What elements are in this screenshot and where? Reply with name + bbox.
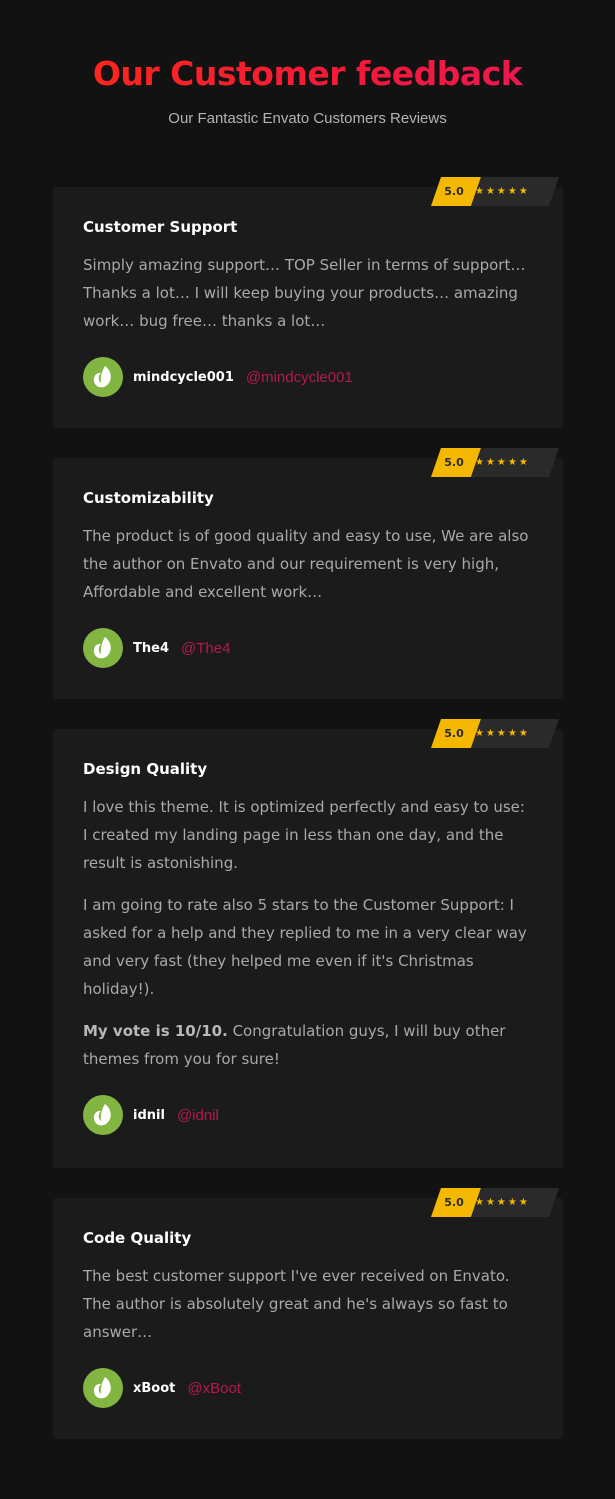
rating-stars-icon: ★★★★★	[471, 719, 559, 748]
author-handle[interactable]: @idnil	[177, 1107, 219, 1124]
review-author: xBoot @xBoot	[83, 1368, 533, 1408]
review-text-vote: My vote is 10/10. Congratulation guys, I…	[83, 1017, 533, 1073]
review-title: Code Quality	[83, 1229, 192, 1247]
rating-badge: 5.0 ★★★★★	[431, 448, 559, 477]
rating-stars-icon: ★★★★★	[471, 177, 559, 206]
author-username[interactable]: mindcycle001	[133, 370, 234, 385]
review-title: Customer Support	[83, 218, 238, 236]
author-username[interactable]: xBoot	[133, 1381, 175, 1396]
review-author: mindcycle001 @mindcycle001	[83, 357, 533, 397]
section-header: Our Customer feedback Our Fantastic Enva…	[0, 52, 615, 127]
rating-stars-icon: ★★★★★	[471, 448, 559, 477]
rating-badge: 5.0 ★★★★★	[431, 1188, 559, 1217]
envato-leaf-icon	[83, 1368, 123, 1408]
rating-badge: 5.0 ★★★★★	[431, 719, 559, 748]
author-handle[interactable]: @xBoot	[187, 1380, 241, 1397]
review-text: The product is of good quality and easy …	[83, 527, 529, 601]
section-subtitle: Our Fantastic Envato Customers Reviews	[168, 110, 447, 127]
review-card: 5.0 ★★★★★ Code Quality The best customer…	[53, 1188, 563, 1439]
envato-leaf-icon	[83, 628, 123, 668]
author-username[interactable]: idnil	[133, 1108, 165, 1123]
review-author: idnil @idnil	[83, 1095, 533, 1135]
rating-badge: 5.0 ★★★★★	[431, 177, 559, 206]
review-card: 5.0 ★★★★★ Design Quality I love this the…	[53, 719, 563, 1168]
envato-leaf-icon	[83, 1095, 123, 1135]
rating-stars-icon: ★★★★★	[471, 1188, 559, 1217]
author-username[interactable]: The4	[133, 641, 169, 656]
review-author: The4 @The4	[83, 628, 533, 668]
review-text: Simply amazing support… TOP Seller in te…	[83, 256, 526, 330]
author-handle[interactable]: @mindcycle001	[246, 369, 353, 386]
vote-highlight: My vote is 10/10.	[83, 1022, 228, 1040]
review-title: Customizability	[83, 489, 214, 507]
envato-leaf-icon	[83, 357, 123, 397]
review-title: Design Quality	[83, 760, 208, 778]
review-text: I love this theme. It is optimized perfe…	[83, 798, 525, 872]
review-text: The best customer support I've ever rece…	[83, 1267, 510, 1341]
review-card: 5.0 ★★★★★ Customer Support Simply amazin…	[53, 177, 563, 428]
author-handle[interactable]: @The4	[181, 640, 230, 657]
review-card: 5.0 ★★★★★ Customizability The product is…	[53, 448, 563, 699]
review-text: I am going to rate also 5 stars to the C…	[83, 896, 527, 998]
section-title: Our Customer feedback	[0, 52, 615, 96]
